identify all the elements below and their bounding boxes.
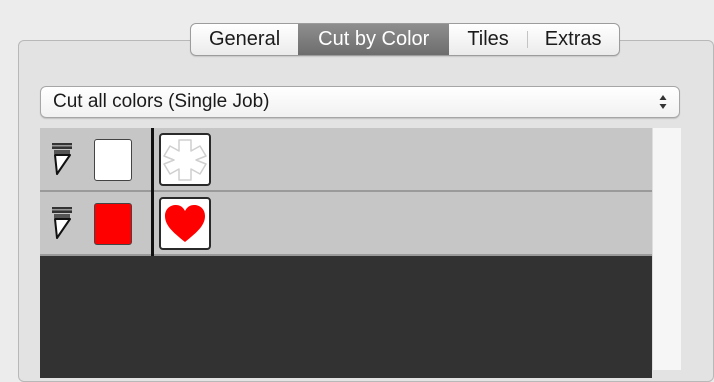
tab-bar: General Cut by Color Tiles Extras	[190, 23, 621, 56]
cutter-blade-icon[interactable]	[48, 142, 76, 176]
color-row[interactable]	[40, 128, 652, 192]
tab-extras[interactable]: Extras	[526, 24, 620, 55]
color-list[interactable]	[40, 128, 652, 378]
red-heart-icon	[159, 197, 211, 250]
tab-general[interactable]: General	[191, 24, 298, 55]
color-swatch-white[interactable]	[94, 139, 132, 181]
tab-cut-by-color[interactable]: Cut by Color	[298, 24, 450, 55]
tab-tiles[interactable]: Tiles	[449, 24, 526, 55]
column-divider	[151, 128, 154, 256]
color-swatch-red[interactable]	[94, 203, 132, 245]
cut-mode-value: Cut all colors (Single Job)	[53, 91, 270, 112]
cutter-blade-icon[interactable]	[48, 206, 76, 240]
white-outline-shape-icon	[159, 133, 211, 186]
list-scrollbar[interactable]	[652, 128, 681, 370]
updown-arrows-icon	[659, 95, 667, 109]
cut-mode-select[interactable]: Cut all colors (Single Job)	[40, 86, 680, 118]
color-row[interactable]	[40, 192, 652, 256]
